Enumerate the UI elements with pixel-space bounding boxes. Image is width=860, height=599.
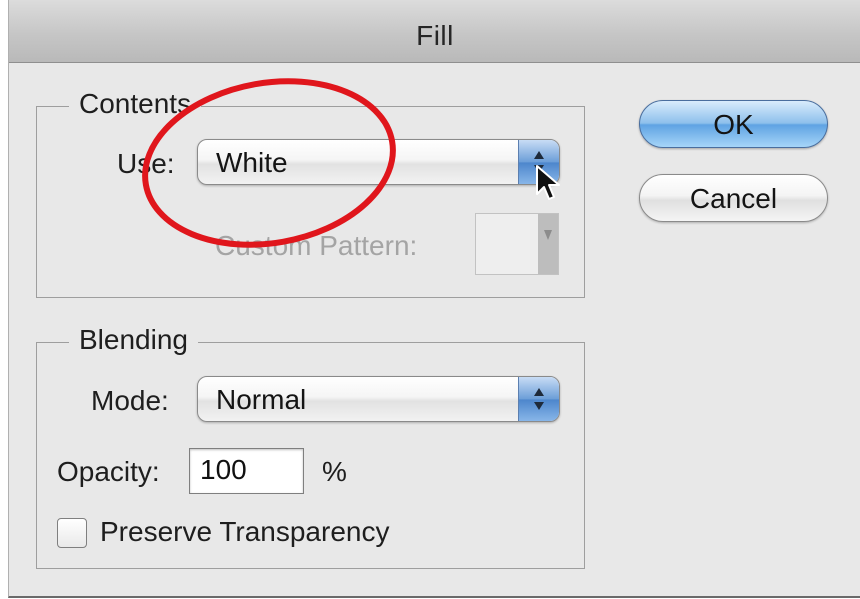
opacity-value: 100	[200, 454, 247, 485]
mode-stepper-icon	[518, 377, 559, 421]
custom-pattern-picker	[475, 213, 559, 275]
red-circle-annotation	[142, 78, 396, 248]
fill-dialog: Fill Contents Use: White Custom Pattern:…	[8, 0, 860, 598]
chevron-down-icon	[538, 214, 558, 274]
ok-button[interactable]: OK	[639, 100, 828, 148]
opacity-unit: %	[322, 456, 347, 487]
cancel-button[interactable]: Cancel	[639, 174, 828, 222]
title-bar[interactable]: Fill	[9, 0, 860, 63]
window-title: Fill	[416, 20, 454, 51]
preserve-transparency-checkbox[interactable]	[57, 518, 87, 548]
mode-select-value: Normal	[216, 384, 307, 415]
preserve-transparency-label[interactable]: Preserve Transparency	[100, 516, 389, 548]
blending-legend: Blending	[69, 324, 198, 356]
opacity-label: Opacity:	[57, 456, 160, 487]
opacity-input[interactable]: 100	[189, 448, 304, 494]
mode-select[interactable]: Normal	[197, 376, 560, 422]
mouse-pointer-icon	[536, 165, 560, 200]
ok-button-label: OK	[713, 109, 754, 140]
mode-label: Mode:	[91, 385, 169, 416]
cancel-button-label: Cancel	[689, 183, 778, 214]
